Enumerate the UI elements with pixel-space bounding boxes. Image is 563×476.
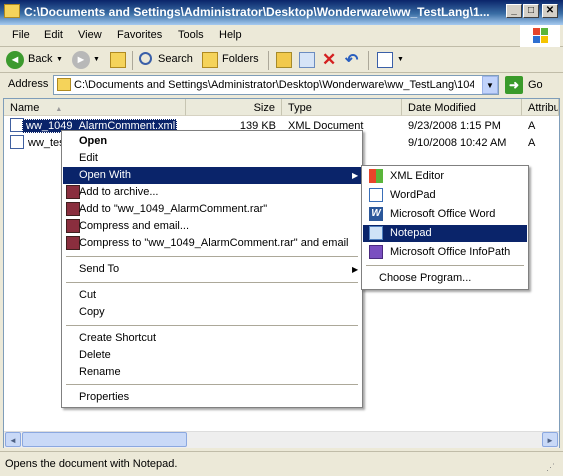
column-header-type[interactable]: Type xyxy=(282,99,402,116)
submenu-item-xml-editor[interactable]: XML Editor xyxy=(374,168,526,185)
scroll-left-icon[interactable]: ◄ xyxy=(5,432,21,447)
address-input[interactable]: C:\Documents and Settings\Administrator\… xyxy=(74,79,474,91)
menu-separator xyxy=(66,282,358,283)
toolbar-divider xyxy=(268,51,269,70)
column-header-name[interactable]: Name ▲ xyxy=(4,99,186,116)
file-name[interactable]: ww_tes xyxy=(28,137,65,149)
folder-up-icon[interactable] xyxy=(110,52,126,68)
xml-file-icon[interactable] xyxy=(10,135,24,149)
menu-file[interactable]: File xyxy=(12,29,30,41)
submenu-item-infopath[interactable]: Microsoft Office InfoPath xyxy=(374,244,526,261)
menu-separator xyxy=(66,325,358,326)
notepad-icon xyxy=(369,226,383,240)
file-modified: 9/10/2008 10:42 AM xyxy=(408,137,507,149)
menu-item-add-archive[interactable]: Add to archive... xyxy=(63,184,361,201)
menu-item-properties[interactable]: Properties xyxy=(63,389,361,406)
windows-logo-icon xyxy=(520,25,560,47)
menu-edit[interactable]: Edit xyxy=(44,29,63,41)
folder-icon xyxy=(57,78,71,91)
file-modified: 9/23/2008 1:15 PM xyxy=(408,120,501,132)
menu-item-add-rar[interactable]: Add to "ww_1049_AlarmComment.rar" xyxy=(63,201,361,218)
close-button[interactable]: ✕ xyxy=(542,4,558,18)
menu-view[interactable]: View xyxy=(78,29,102,41)
column-header-date[interactable]: Date Modified xyxy=(402,99,522,116)
go-arrow-icon[interactable]: ➜ xyxy=(505,76,523,94)
submenu-item-choose-program[interactable]: Choose Program... xyxy=(363,270,527,287)
back-arrow-icon[interactable]: ◄ xyxy=(6,51,24,69)
menu-tools[interactable]: Tools xyxy=(178,29,204,41)
menu-separator xyxy=(66,384,358,385)
menu-item-rename[interactable]: Rename xyxy=(63,364,361,381)
submenu-item-wordpad[interactable]: WordPad xyxy=(374,187,526,204)
go-button[interactable]: Go xyxy=(528,79,543,91)
scrollbar-thumb[interactable] xyxy=(22,432,187,447)
menu-item-open-with[interactable]: Open With xyxy=(63,167,361,184)
menu-item-compress-rar-email[interactable]: Compress to "ww_1049_AlarmComment.rar" a… xyxy=(63,235,361,252)
menu-item-delete[interactable]: Delete xyxy=(63,347,361,364)
submenu-arrow-icon: ▶ xyxy=(352,171,359,180)
chevron-down-icon[interactable]: ▼ xyxy=(93,56,100,63)
address-dropdown-button[interactable]: ▼ xyxy=(482,76,498,94)
column-header-size[interactable]: Size xyxy=(186,99,282,116)
undo-icon[interactable]: ↶ xyxy=(345,50,358,70)
toolbar-divider xyxy=(368,51,369,70)
status-text: Opens the document with Notepad. xyxy=(5,458,178,470)
file-attributes: A xyxy=(528,137,536,149)
menu-item-compress-email[interactable]: Compress and email... xyxy=(63,218,361,235)
delete-icon[interactable]: ✕ xyxy=(322,50,336,70)
maximize-button[interactable]: □ xyxy=(523,4,539,18)
menu-item-edit[interactable]: Edit xyxy=(63,150,361,167)
menu-help[interactable]: Help xyxy=(219,29,242,41)
views-icon[interactable] xyxy=(377,52,393,68)
folder-icon xyxy=(4,4,20,18)
address-label: Address xyxy=(8,78,49,90)
menu-item-open[interactable]: Open xyxy=(63,133,361,150)
chevron-down-icon[interactable]: ▼ xyxy=(56,56,63,63)
column-header-attributes[interactable]: Attribu xyxy=(522,99,559,116)
chevron-down-icon[interactable]: ▼ xyxy=(397,56,404,63)
menu-item-copy[interactable]: Copy xyxy=(63,304,361,321)
menu-separator xyxy=(66,256,358,257)
menu-favorites[interactable]: Favorites xyxy=(117,29,162,41)
toolbar-divider xyxy=(132,51,133,70)
menu-item-cut[interactable]: Cut xyxy=(63,287,361,304)
search-icon[interactable] xyxy=(139,52,152,65)
window-title: C:\Documents and Settings\Administrator\… xyxy=(24,5,490,19)
submenu-arrow-icon: ▶ xyxy=(352,265,359,274)
submenu-item-word[interactable]: Microsoft Office Word xyxy=(374,206,526,223)
search-button[interactable]: Search xyxy=(158,53,193,65)
forward-button[interactable]: ► xyxy=(72,51,90,69)
sort-ascending-icon: ▲ xyxy=(55,106,63,113)
submenu-item-notepad[interactable]: Notepad xyxy=(363,225,527,242)
file-attributes: A xyxy=(528,120,536,132)
menu-item-create-shortcut[interactable]: Create Shortcut xyxy=(63,330,361,347)
back-button[interactable]: Back xyxy=(28,53,52,65)
minimize-button[interactable]: _ xyxy=(506,4,522,18)
folders-icon[interactable] xyxy=(202,52,218,68)
move-to-icon[interactable] xyxy=(276,52,292,68)
menu-separator xyxy=(366,265,524,266)
folders-button[interactable]: Folders xyxy=(222,53,259,65)
copy-to-icon[interactable] xyxy=(299,52,315,68)
scroll-right-icon[interactable]: ► xyxy=(542,432,558,447)
menu-item-send-to[interactable]: Send To xyxy=(63,261,361,278)
resize-grip-icon[interactable]: ⋰ xyxy=(546,462,555,473)
